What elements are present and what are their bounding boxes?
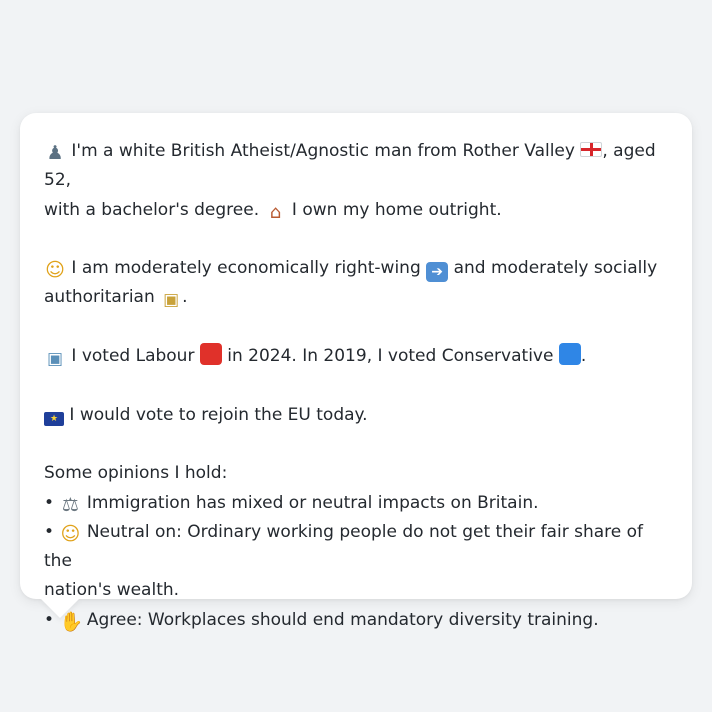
neutral-face-icon: ☺ <box>60 522 81 545</box>
politics-line-2: authoritarian ▣. <box>44 283 668 312</box>
intro-degree-text: with a bachelor's degree. <box>44 199 260 220</box>
voting-conservative-text: in 2024. In 2019, I voted Conservative <box>227 346 554 367</box>
politics-paragraph: ☺ I am moderately economically right-win… <box>44 254 668 313</box>
eu-text: I would vote to rejoin the EU today. <box>69 404 368 425</box>
blue-square-icon <box>558 343 581 366</box>
opinion-text-continued: nation's wealth. <box>44 580 180 601</box>
opinion-item: • ✋ Agree: Workplaces should end mandato… <box>44 606 668 635</box>
politics-period: . <box>182 287 188 308</box>
house-icon: ⌂ <box>269 201 282 223</box>
message-bubble: ♟ I'm a white British Atheist/Agnostic m… <box>20 113 692 632</box>
balance-scale-icon: ⚖ <box>61 493 79 516</box>
thinking-face-icon: ☺ <box>45 259 65 282</box>
opinion-item: • ☺ Neutral on: Ordinary working people … <box>44 518 668 577</box>
opinion-item: • ⚖ Immigration has mixed or neutral imp… <box>44 489 668 518</box>
politics-economic-text: I am moderately economically right-wing <box>71 258 421 279</box>
opinions-paragraph: Some opinions I hold: • ⚖ Immigration ha… <box>44 459 668 635</box>
ballot-box-icon: ▣ <box>46 349 64 370</box>
intro-home-text: I own my home outright. <box>291 199 502 220</box>
voting-paragraph: ▣ I voted Labour in 2024. In 2019, I vot… <box>44 342 668 371</box>
eu-paragraph: ★ I would vote to rejoin the EU today. <box>44 401 668 430</box>
voting-period: . <box>580 346 587 367</box>
intro-text: I'm a white British Atheist/Agnostic man… <box>71 141 575 161</box>
bubble-tail <box>40 598 80 618</box>
right-arrow-icon: ➔ <box>426 262 449 283</box>
politics-social-text: and moderately socially <box>453 258 658 279</box>
red-square-icon <box>199 343 222 366</box>
lock-icon: ▣ <box>163 290 180 311</box>
opinion-text: Neutral on: Ordinary working people do n… <box>44 521 643 572</box>
bullet: • <box>44 492 55 513</box>
intro-paragraph: ♟ I'm a white British Atheist/Agnostic m… <box>44 137 668 225</box>
england-flag-icon <box>580 142 603 157</box>
bullet: • <box>44 521 55 542</box>
eu-flag-icon: ★ <box>44 411 64 426</box>
politics-authoritarian-text: authoritarian <box>44 287 155 308</box>
opinion-text: Immigration has mixed or neutral impacts… <box>86 492 539 513</box>
opinions-heading: Some opinions I hold: <box>44 463 228 484</box>
opinion-text: Agree: Workplaces should end mandatory d… <box>86 609 599 630</box>
voting-labour-text: I voted Labour <box>71 346 195 367</box>
intro-line-2: with a bachelor's degree. ⌂ I own my hom… <box>44 196 668 225</box>
person-silhouette-icon: ♟ <box>46 142 64 164</box>
